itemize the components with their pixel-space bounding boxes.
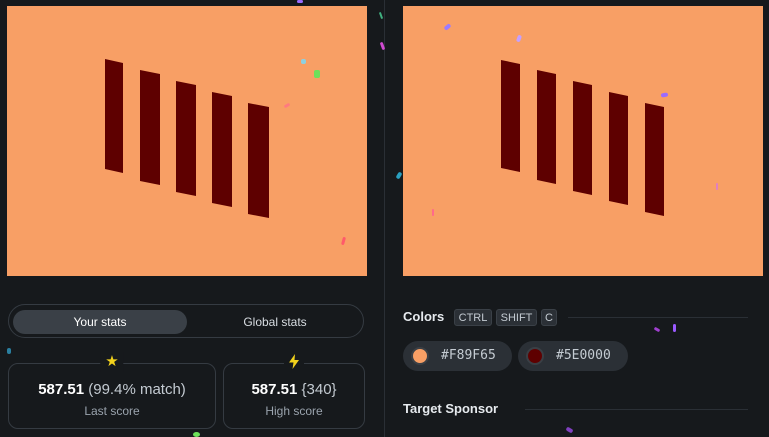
last-score-card: ★ 587.51 (99.4% match) Last score bbox=[8, 352, 216, 429]
panel-divider bbox=[384, 0, 385, 437]
confetti-piece bbox=[301, 59, 306, 64]
target-svg bbox=[403, 6, 763, 276]
last-score-line: 587.51 (99.4% match) bbox=[9, 381, 215, 398]
confetti-piece bbox=[395, 171, 403, 180]
color-chip-peach[interactable]: #F89F65 bbox=[403, 341, 512, 371]
target-bar-5 bbox=[645, 103, 664, 216]
confetti-piece bbox=[432, 209, 434, 216]
kbd-ctrl: CTRL bbox=[454, 309, 492, 326]
last-score-value: 587.51 bbox=[38, 381, 85, 398]
your-stats-tab[interactable]: Your stats bbox=[13, 310, 187, 334]
last-score-label: Last score bbox=[84, 404, 140, 418]
colors-divider bbox=[568, 317, 748, 318]
last-score-match: (99.4% match) bbox=[88, 381, 186, 398]
target-bar-4 bbox=[609, 92, 628, 205]
render-bar-2 bbox=[140, 70, 160, 185]
global-stats-tab[interactable]: Global stats bbox=[191, 310, 359, 334]
swatch-dot bbox=[526, 347, 544, 365]
high-score-rank: {340} bbox=[301, 381, 337, 398]
high-score-label: High score bbox=[265, 404, 323, 418]
confetti-piece bbox=[378, 11, 384, 20]
confetti-piece bbox=[716, 183, 718, 190]
target-bar-2 bbox=[537, 70, 556, 184]
kbd-shift: SHIFT bbox=[496, 309, 537, 326]
render-bar-3 bbox=[176, 81, 196, 196]
render-bar-4 bbox=[212, 92, 232, 207]
stats-toggle: Your stats Global stats bbox=[8, 304, 364, 338]
swatch-hex: #5E0000 bbox=[556, 348, 611, 363]
kbd-c: C bbox=[541, 309, 557, 326]
render-bar-5 bbox=[248, 103, 269, 218]
confetti-piece bbox=[653, 326, 661, 333]
confetti-piece bbox=[673, 324, 676, 332]
confetti-piece bbox=[314, 70, 320, 78]
high-score-value: 587.51 bbox=[251, 381, 298, 398]
confetti-piece bbox=[193, 432, 200, 437]
swatch-dot bbox=[411, 347, 429, 365]
high-score-line: 587.51 {340} bbox=[224, 381, 364, 398]
confetti-piece bbox=[565, 426, 574, 434]
target-bar-3 bbox=[573, 81, 592, 195]
target-sponsor-title: Target Sponsor bbox=[403, 401, 499, 416]
lightning-icon bbox=[284, 352, 304, 369]
colors-title: Colors bbox=[403, 309, 445, 324]
swatch-hex: #F89F65 bbox=[441, 348, 496, 363]
confetti-piece bbox=[297, 0, 303, 3]
star-icon: ★ bbox=[100, 352, 124, 372]
target-canvas bbox=[403, 6, 763, 276]
sponsor-divider bbox=[525, 409, 748, 410]
target-bar-1 bbox=[501, 60, 520, 172]
confetti-piece bbox=[7, 348, 11, 354]
high-score-card: 587.51 {340} High score bbox=[223, 352, 365, 429]
user-render-svg bbox=[7, 6, 367, 276]
render-bar-1 bbox=[105, 59, 123, 173]
color-chip-maroon[interactable]: #5E0000 bbox=[518, 341, 628, 371]
user-render-canvas bbox=[7, 6, 367, 276]
